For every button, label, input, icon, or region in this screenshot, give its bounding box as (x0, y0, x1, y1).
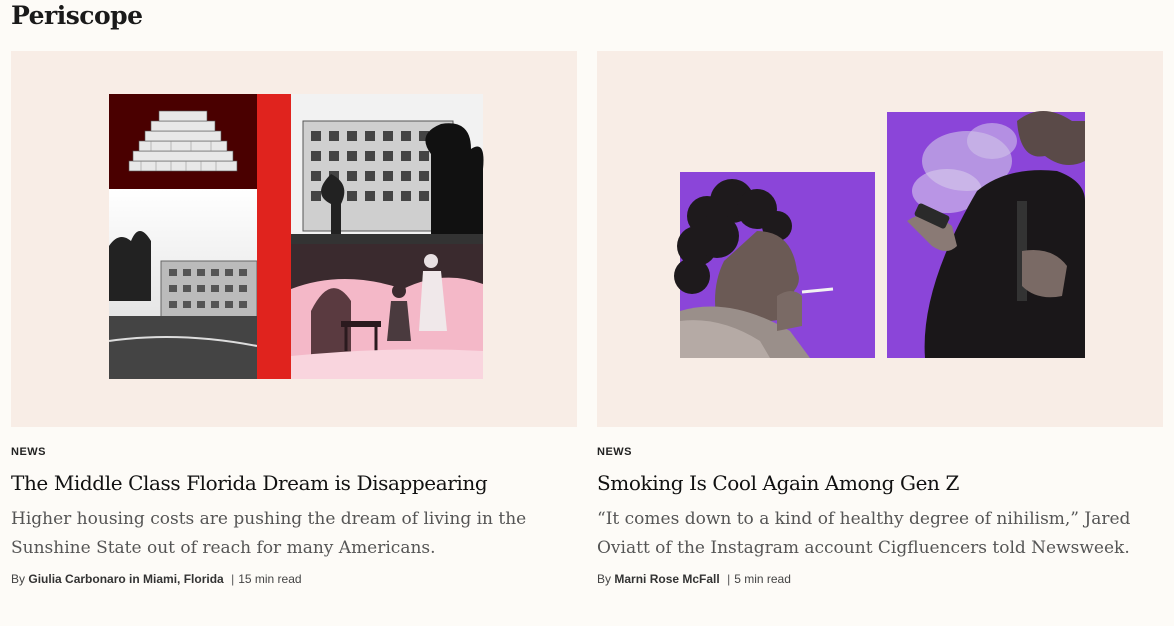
read-time: 5 min read (734, 572, 791, 586)
article-headline[interactable]: Smoking Is Cool Again Among Gen Z (597, 469, 1163, 497)
article-card-gen-z-smoking[interactable]: NEWS Smoking Is Cool Again Among Gen Z “… (597, 51, 1163, 587)
article-byline: By Giulia Carbonaro in Miami, Florida | 1… (11, 571, 577, 587)
byline-separator: | (727, 572, 731, 586)
article-image-florida[interactable] (11, 51, 577, 427)
section-title: Periscope (11, 1, 143, 30)
article-category-tag[interactable]: NEWS (597, 445, 1163, 459)
byline-prefix: By (11, 572, 26, 586)
article-summary: “It comes down to a kind of healthy degr… (597, 509, 1131, 558)
article-headline[interactable]: The Middle Class Florida Dream is Disapp… (11, 469, 577, 497)
article-card-florida[interactable]: NEWS The Middle Class Florida Dream is D… (11, 51, 577, 587)
article-image-gen-z-smoking[interactable] (597, 51, 1163, 427)
smoking-collage-illustration (674, 111, 1085, 358)
author-link[interactable]: Giulia Carbonaro in Miami, Florida (28, 572, 223, 586)
article-category-tag[interactable]: NEWS (11, 445, 577, 459)
florida-collage-illustration (108, 94, 484, 379)
article-summary: Higher housing costs are pushing the dre… (11, 509, 527, 558)
byline-separator: | (231, 572, 235, 586)
article-byline: By Marni Rose McFall | 5 min read (597, 571, 1163, 587)
byline-prefix: By (597, 572, 612, 586)
author-link[interactable]: Marni Rose McFall (614, 572, 719, 586)
read-time: 15 min read (238, 572, 302, 586)
